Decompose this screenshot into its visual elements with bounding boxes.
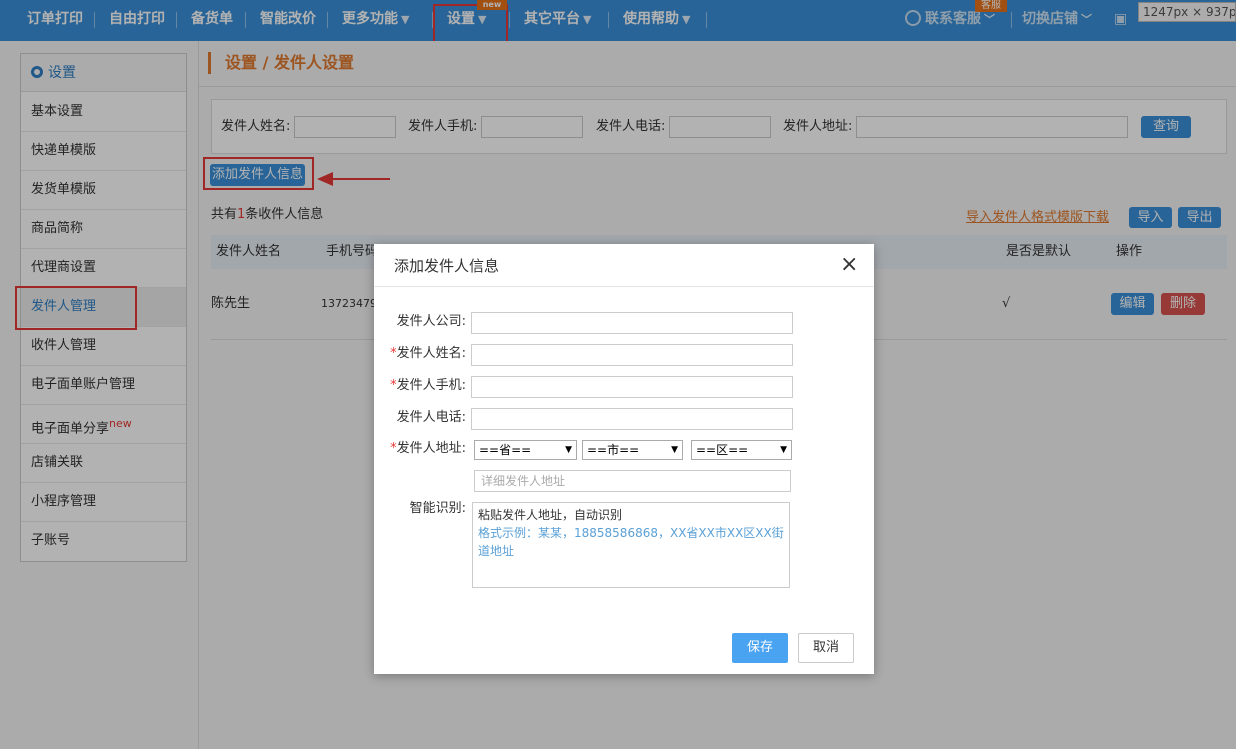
- smart-recognize-textarea[interactable]: 粘贴发件人地址，自动识别 格式示例：某某，18858586868，XX省XX市X…: [472, 502, 790, 588]
- city-select[interactable]: ==市== ▼: [582, 440, 683, 460]
- phone-label: 发件人电话:: [396, 410, 466, 425]
- mobile-label: *发件人手机:: [374, 377, 466, 395]
- province-select[interactable]: ==省== ▼: [474, 440, 577, 460]
- modal-title: 添加发件人信息: [394, 257, 500, 275]
- district-value: ==区==: [696, 443, 749, 457]
- chevron-down-icon: ▼: [780, 445, 787, 455]
- company-input[interactable]: [471, 312, 793, 334]
- close-icon[interactable]: ×: [840, 254, 858, 276]
- district-select[interactable]: ==区== ▼: [691, 440, 792, 460]
- name-label-text: 发件人姓名:: [396, 346, 466, 361]
- modal-header: 添加发件人信息 ×: [374, 244, 874, 287]
- city-value: ==市==: [587, 443, 640, 457]
- add-sender-modal: 添加发件人信息 × 发件人公司: *发件人姓名: *发件人手机: 发件人电话: …: [374, 244, 874, 674]
- name-label: *发件人姓名:: [374, 345, 466, 363]
- chevron-down-icon: ▼: [565, 445, 572, 455]
- name-input[interactable]: [471, 344, 793, 366]
- detail-address-input[interactable]: 详细发件人地址: [474, 470, 791, 492]
- cancel-button[interactable]: 取消: [798, 633, 854, 663]
- address-label-text: 发件人地址:: [396, 441, 466, 456]
- save-button[interactable]: 保存: [732, 633, 788, 663]
- smart-label: 智能识别:: [409, 501, 466, 516]
- smart-example: 格式示例：某某，18858586868，XX省XX市XX区XX街道地址: [478, 526, 784, 558]
- phone-input[interactable]: [471, 408, 793, 430]
- chevron-down-icon: ▼: [671, 445, 678, 455]
- company-label: 发件人公司:: [396, 314, 466, 329]
- mobile-input[interactable]: [471, 376, 793, 398]
- mobile-label-text: 发件人手机:: [396, 378, 466, 393]
- address-label: *发件人地址:: [374, 440, 466, 458]
- province-value: ==省==: [479, 443, 532, 457]
- smart-hint: 粘贴发件人地址，自动识别: [478, 508, 623, 522]
